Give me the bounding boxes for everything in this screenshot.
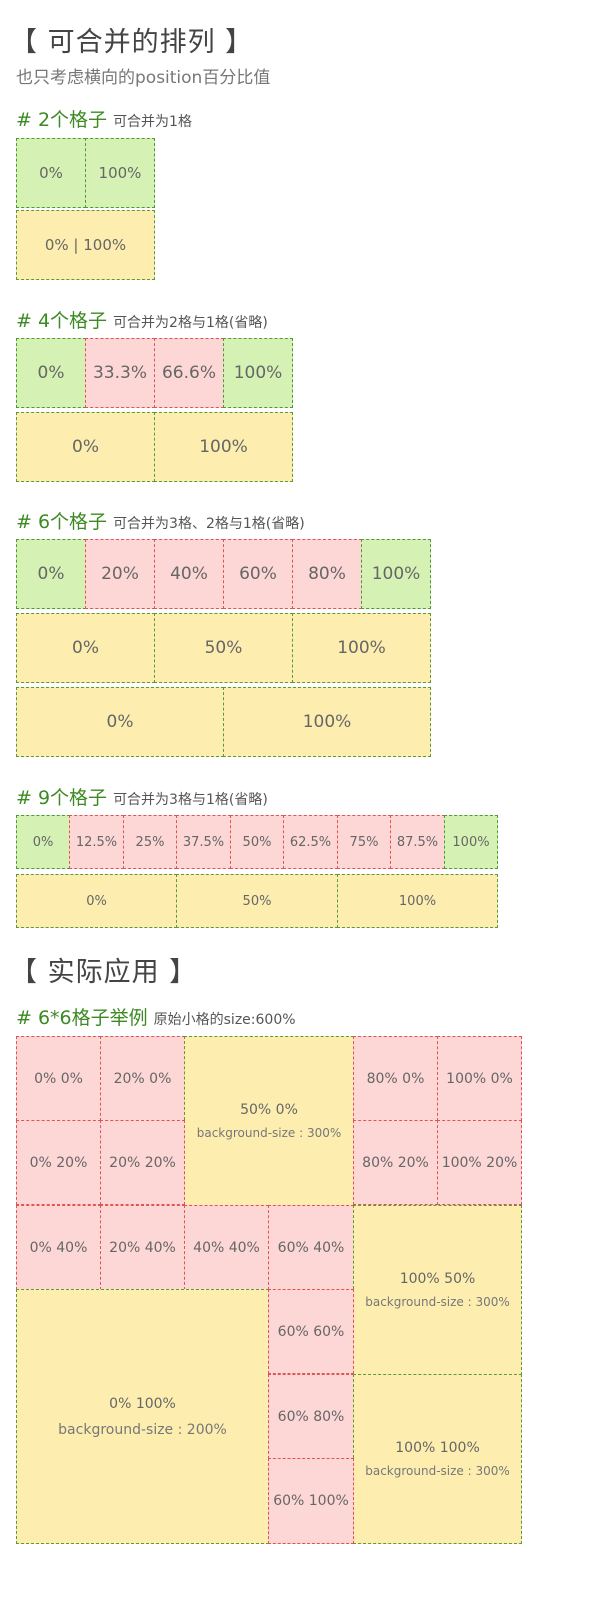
grid-cell: 80% 0% — [353, 1036, 438, 1121]
merged-cell-bottom-left: 0% 100% background-size : 200% — [16, 1289, 269, 1544]
g4-merged-cell: 0% — [16, 412, 155, 482]
g9-merged-cell: 0% — [16, 874, 177, 928]
g4-cell: 100% — [223, 338, 293, 408]
g9-cell: 37.5% — [176, 815, 231, 869]
group9-heading: # 9个格子 可合并为3格与1格(省略) — [16, 783, 268, 810]
group4-note: 可合并为2格与1格(省略) — [113, 315, 268, 331]
merged-cell-position: 0% 100% — [109, 1395, 176, 1412]
g4-cell: 66.6% — [154, 338, 224, 408]
merged-cell-size: background-size : 300% — [196, 1126, 342, 1140]
g2-cell: 100% — [85, 138, 155, 208]
group6-heading-text: # 6个格子 — [16, 511, 108, 533]
grid-cell: 60% 40% — [268, 1205, 354, 1290]
grid66-heading: # 6*6格子举例 原始小格的size:600% — [16, 1003, 296, 1030]
grid-cell: 60% 60% — [268, 1289, 354, 1374]
merged-cell-position: 100% 50% — [399, 1271, 476, 1287]
g9-cell: 25% — [123, 815, 177, 869]
section-title: 【 可合并的排列 】 — [10, 27, 254, 58]
g6-merged-cell: 100% — [292, 613, 431, 683]
merged-cell-position: 50% 0% — [240, 1102, 298, 1118]
grid-cell: 0% 0% — [16, 1036, 101, 1121]
merged-cell-size: background-size : 300% — [365, 1464, 510, 1478]
g2-merged-cell: 0% | 100% — [16, 210, 155, 280]
merged-cell-size: background-size : 200% — [58, 1421, 227, 1438]
g6-cell: 80% — [292, 539, 362, 609]
grid-cell: 40% 40% — [184, 1205, 269, 1290]
g6-cell: 40% — [154, 539, 224, 609]
grid66-note: 原始小格的size:600% — [153, 1012, 296, 1028]
section-subtitle: 也只考虑横向的position百分比值 — [16, 68, 271, 88]
grid-cell: 60% 80% — [268, 1374, 354, 1459]
g9-cell: 62.5% — [283, 815, 338, 869]
grid-cell: 100% 0% — [437, 1036, 522, 1121]
g9-cell: 12.5% — [69, 815, 124, 869]
g9-cell: 87.5% — [390, 815, 445, 869]
grid-cell: 0% 40% — [16, 1205, 101, 1290]
g6-cell: 100% — [361, 539, 431, 609]
merged-cell-size: background-size : 300% — [365, 1295, 510, 1309]
grid-cell: 100% 20% — [437, 1120, 522, 1205]
group4-heading: # 4个格子 可合并为2格与1格(省略) — [16, 306, 268, 333]
g6-cell: 0% — [16, 539, 86, 609]
g2-cell: 0% — [16, 138, 86, 208]
group2-note: 可合并为1格 — [113, 114, 192, 130]
g4-merged-cell: 100% — [154, 412, 293, 482]
group2-heading: # 2个格子 可合并为1格 — [16, 105, 192, 132]
g6-merged-cell: 0% — [16, 687, 224, 757]
group6-heading: # 6个格子 可合并为3格、2格与1格(省略) — [16, 507, 305, 534]
g6-cell: 60% — [223, 539, 293, 609]
merged-cell-position: 100% 100% — [395, 1440, 480, 1456]
group4-heading-text: # 4个格子 — [16, 310, 108, 332]
g9-merged-cell: 100% — [337, 874, 498, 928]
merged-cell-right-middle: 100% 50% background-size : 300% — [353, 1205, 522, 1375]
grid-cell: 20% 40% — [100, 1205, 185, 1290]
g6-merged-cell: 50% — [154, 613, 293, 683]
g6-cell: 20% — [85, 539, 155, 609]
section2-title: 【 实际应用 】 — [10, 957, 198, 988]
grid-cell: 20% 0% — [100, 1036, 185, 1121]
g9-cell: 50% — [230, 815, 284, 869]
grid-cell: 60% 100% — [268, 1458, 354, 1544]
g9-cell: 75% — [337, 815, 391, 869]
group2-heading-text: # 2个格子 — [16, 109, 108, 131]
group9-heading-text: # 9个格子 — [16, 787, 108, 809]
merged-cell-bottom-right: 100% 100% background-size : 300% — [353, 1374, 522, 1544]
g9-merged-cell: 50% — [176, 874, 338, 928]
g9-cell: 100% — [444, 815, 498, 869]
g9-cell: 0% — [16, 815, 70, 869]
g6-merged-cell: 100% — [223, 687, 431, 757]
group6-note: 可合并为3格、2格与1格(省略) — [113, 516, 305, 532]
g4-cell: 33.3% — [85, 338, 155, 408]
grid66-heading-text: # 6*6格子举例 — [16, 1007, 148, 1029]
merged-cell-top-center: 50% 0% background-size : 300% — [184, 1036, 354, 1206]
g6-merged-cell: 0% — [16, 613, 155, 683]
grid-cell: 0% 20% — [16, 1120, 101, 1205]
grid-cell: 80% 20% — [353, 1120, 438, 1205]
grid-cell: 20% 20% — [100, 1120, 185, 1205]
group9-note: 可合并为3格与1格(省略) — [113, 792, 268, 808]
g4-cell: 0% — [16, 338, 86, 408]
